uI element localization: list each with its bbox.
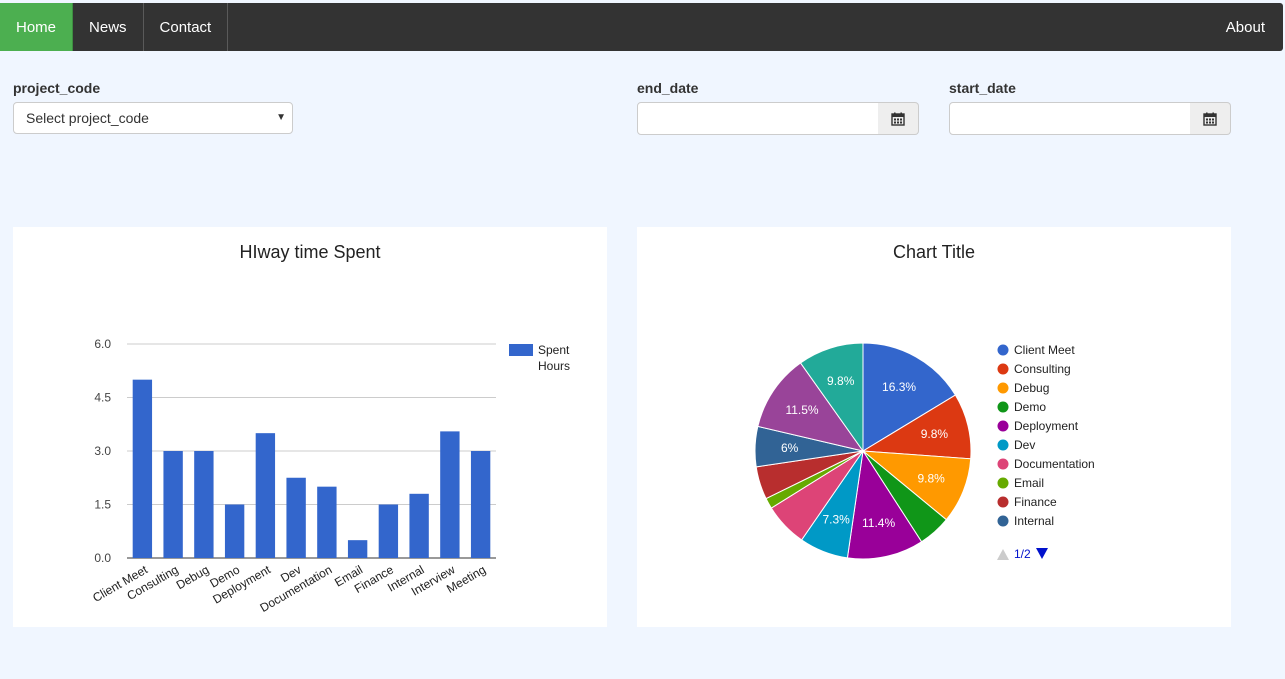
nav-contact[interactable]: Contact: [144, 3, 229, 51]
legend-swatch: [997, 458, 1009, 470]
bar[interactable]: [255, 433, 276, 558]
project-code-selected-value: Select project_code: [26, 110, 149, 126]
bar-chart-panel: HIway time Spent 0.0 1.5 3.0 4.5 6.0 Client …: [13, 227, 607, 627]
calendar-icon: [1203, 112, 1217, 126]
legend-prev-page-icon[interactable]: [997, 549, 1009, 560]
legend-swatch: [997, 382, 1009, 394]
end-date-calendar-button[interactable]: [878, 102, 919, 135]
pie-slice-label: 6%: [781, 441, 799, 455]
legend-swatch: [997, 344, 1009, 356]
legend-label[interactable]: Email: [1014, 476, 1044, 490]
bar[interactable]: [317, 486, 337, 558]
legend-label[interactable]: Internal: [1014, 514, 1054, 528]
start-date-label: start_date: [949, 80, 1016, 96]
bar[interactable]: [440, 431, 460, 558]
legend-label[interactable]: Documentation: [1014, 457, 1095, 471]
legend-label[interactable]: Finance: [1014, 495, 1057, 509]
pie-slice-label: 7.3%: [822, 512, 850, 526]
end-date-input[interactable]: [637, 102, 879, 135]
bar[interactable]: [347, 540, 368, 558]
start-date-calendar-button[interactable]: [1190, 102, 1231, 135]
legend-next-page-icon[interactable]: [1036, 548, 1048, 559]
nav-home[interactable]: Home: [0, 3, 74, 51]
pie-slice-label: 9.8%: [917, 471, 945, 485]
y-tick-label: 0.0: [94, 551, 111, 565]
pie-slice-label: 11.4%: [862, 516, 895, 530]
bar[interactable]: [470, 451, 491, 558]
pie-slice-label: 9.8%: [827, 374, 855, 388]
legend-swatch: [997, 477, 1009, 489]
project-code-label: project_code: [13, 80, 101, 96]
legend-swatch: [997, 496, 1009, 508]
y-tick-label: 4.5: [94, 391, 111, 405]
x-tick-label: Debug: [174, 562, 212, 592]
bar[interactable]: [409, 493, 429, 558]
legend-label[interactable]: Consulting: [1014, 362, 1071, 376]
bar[interactable]: [378, 504, 399, 559]
pie-slice-label: 11.5%: [785, 403, 818, 417]
legend-label[interactable]: Client Meet: [1014, 343, 1075, 357]
bar-chart: HIway time Spent 0.01.53.04.56.0 Client …: [90, 242, 573, 615]
bar[interactable]: [286, 477, 306, 558]
legend-label-spent-hours: Spent Hours: [538, 343, 573, 373]
pie-slice-label: 16.3%: [882, 380, 916, 394]
legend-page-indicator: 1/2: [1014, 547, 1031, 561]
nav-news[interactable]: News: [73, 3, 144, 51]
calendar-icon: [891, 112, 905, 126]
y-tick-label: 1.5: [94, 498, 111, 512]
bar[interactable]: [224, 504, 245, 559]
caret-down-icon: ▼: [276, 112, 286, 123]
legend-label[interactable]: Demo: [1014, 400, 1046, 414]
pie-chart-panel: Chart Title 16.3% 9.8% 9.8% 11.4% 7.3% 6% 11.5…: [637, 227, 1231, 627]
legend-swatch: [997, 439, 1009, 451]
bar[interactable]: [132, 379, 153, 558]
pie-chart: Chart Title 16.3% 9.8% 9.8% 11.4% 7.3% 6% 11.5…: [754, 242, 1095, 561]
project-code-select[interactable]: Select project_code ▼: [13, 102, 293, 134]
legend-swatch-spent-hours: [509, 344, 533, 356]
start-date-input[interactable]: [949, 102, 1191, 135]
pie-chart-title: Chart Title: [893, 242, 975, 262]
legend-swatch: [997, 363, 1009, 375]
y-tick-label: 6.0: [94, 337, 111, 351]
legend-label[interactable]: Dev: [1014, 438, 1035, 452]
end-date-label: end_date: [637, 80, 699, 96]
legend-label[interactable]: Debug: [1014, 381, 1049, 395]
pie-slice-label: 9.8%: [921, 427, 949, 441]
legend-swatch: [997, 420, 1009, 432]
bar[interactable]: [163, 451, 183, 558]
top-navbar: Home News Contact About: [0, 3, 1283, 51]
legend-label[interactable]: Deployment: [1014, 419, 1079, 433]
bar[interactable]: [194, 451, 214, 558]
bar-chart-title: HIway time Spent: [239, 242, 380, 262]
y-tick-label: 3.0: [94, 444, 111, 458]
legend-swatch: [997, 401, 1009, 413]
nav-about[interactable]: About: [1210, 3, 1283, 51]
legend-swatch: [997, 515, 1009, 527]
